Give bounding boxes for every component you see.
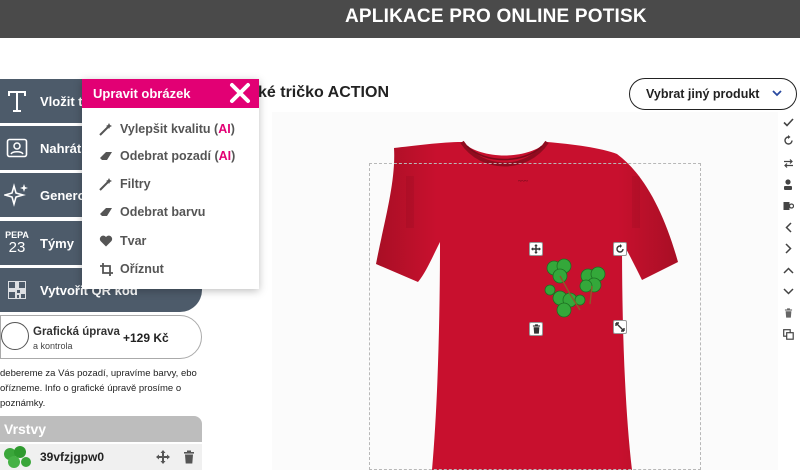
menu-item-label: Oříznut <box>120 262 164 276</box>
change-product-label: Vybrat jiný produkt <box>646 87 760 101</box>
menu-item-remove-color[interactable]: Odebrat barvu <box>98 202 205 222</box>
delete-artwork-handle[interactable] <box>529 322 543 336</box>
sidebar-teams-label: Týmy <box>40 235 74 251</box>
sparkle-icon <box>2 180 32 210</box>
menu-item-remove-background[interactable]: Odebrat pozadí (AI) <box>98 146 235 166</box>
graphic-edit-subtitle: a kontrola <box>33 341 73 351</box>
menu-item-suffix: ) <box>231 149 236 163</box>
menu-item-label: Vylepšit kvalitu ( <box>120 122 219 136</box>
resize-artwork-handle[interactable] <box>613 320 627 334</box>
layers-header: Vrstvy <box>0 416 202 442</box>
graphic-edit-title: Grafická úprava <box>33 326 120 338</box>
move-layer-icon[interactable] <box>150 444 176 470</box>
change-product-button[interactable]: Vybrat jiný produkt <box>629 78 797 110</box>
menu-item-crop[interactable]: Oříznut <box>98 259 164 279</box>
menu-item-suffix: ) <box>230 122 235 136</box>
graphic-edit-checkbox[interactable] <box>1 322 29 350</box>
move-artwork-handle[interactable] <box>529 242 543 256</box>
graphic-edit-price: +129 Kč <box>123 331 169 345</box>
menu-item-filters[interactable]: Filtry <box>98 174 151 194</box>
chevron-up-icon[interactable] <box>780 262 796 278</box>
delete-layer-icon[interactable] <box>176 444 202 470</box>
close-icon[interactable] <box>229 82 251 104</box>
rotate-artwork-handle[interactable] <box>613 242 627 256</box>
menu-item-label: Odebrat barvu <box>120 205 206 219</box>
layer-style-icon[interactable] <box>780 198 796 214</box>
layer-thumbnail <box>0 444 34 470</box>
graphic-edit-option[interactable]: Grafická úprava a kontrola +129 Kč <box>0 315 202 359</box>
popup-header: Upravit obrázek <box>82 79 259 108</box>
chevron-left-icon[interactable] <box>780 219 796 235</box>
graphic-edit-note: debereme za Vás pozadí, upravíme barvy, … <box>0 368 197 409</box>
menu-item-enhance-quality[interactable]: Vylepšit kvalitu (AI) <box>98 119 235 139</box>
ai-badge: AI <box>218 122 231 136</box>
user-icon[interactable] <box>780 176 796 192</box>
print-area <box>369 163 701 470</box>
magic-wand-icon <box>98 121 114 137</box>
menu-item-label: Odebrat pozadí ( <box>120 149 219 163</box>
swap-icon[interactable] <box>780 155 796 171</box>
layer-item[interactable]: 39vfzjgpw0 <box>0 444 202 470</box>
eraser-icon <box>98 204 114 220</box>
layer-name: 39vfzjgpw0 <box>40 450 105 464</box>
sidebar-upload-label: Nahrát <box>40 140 82 156</box>
qr-code-icon <box>2 275 32 305</box>
app-title: APLIKACE PRO ONLINE POTISK <box>345 6 647 27</box>
magic-wand-icon <box>98 176 114 192</box>
crop-icon <box>98 261 114 277</box>
menu-item-label: Filtry <box>120 177 151 191</box>
team-icon-number: 23 <box>8 239 26 256</box>
chevron-right-icon[interactable] <box>780 240 796 256</box>
ai-badge: AI <box>218 149 232 163</box>
popup-title: Upravit obrázek <box>93 86 191 101</box>
upload-image-icon <box>2 133 32 163</box>
refresh-icon[interactable] <box>780 132 796 148</box>
team-number-icon: PEPA 23 <box>2 228 32 258</box>
text-icon <box>2 86 32 116</box>
check-icon[interactable] <box>780 114 796 130</box>
trash-icon[interactable] <box>780 305 796 321</box>
sidebar-insert-text-label: Vložit t <box>40 93 83 109</box>
menu-item-label: Tvar <box>120 234 147 248</box>
chevron-down-icon <box>772 86 782 100</box>
edit-image-popup: Upravit obrázek Vylepšit kvalitu (AI) Od… <box>82 79 259 289</box>
heart-icon <box>98 233 114 249</box>
chevron-down-small-icon[interactable] <box>780 283 796 299</box>
product-title: ké tričko ACTION <box>258 84 389 101</box>
duplicate-icon[interactable] <box>780 326 796 342</box>
clover-artwork[interactable] <box>540 254 616 326</box>
menu-item-shape[interactable]: Tvar <box>98 231 146 251</box>
top-bar: APLIKACE PRO ONLINE POTISK <box>0 0 800 38</box>
eraser-icon <box>98 148 114 164</box>
